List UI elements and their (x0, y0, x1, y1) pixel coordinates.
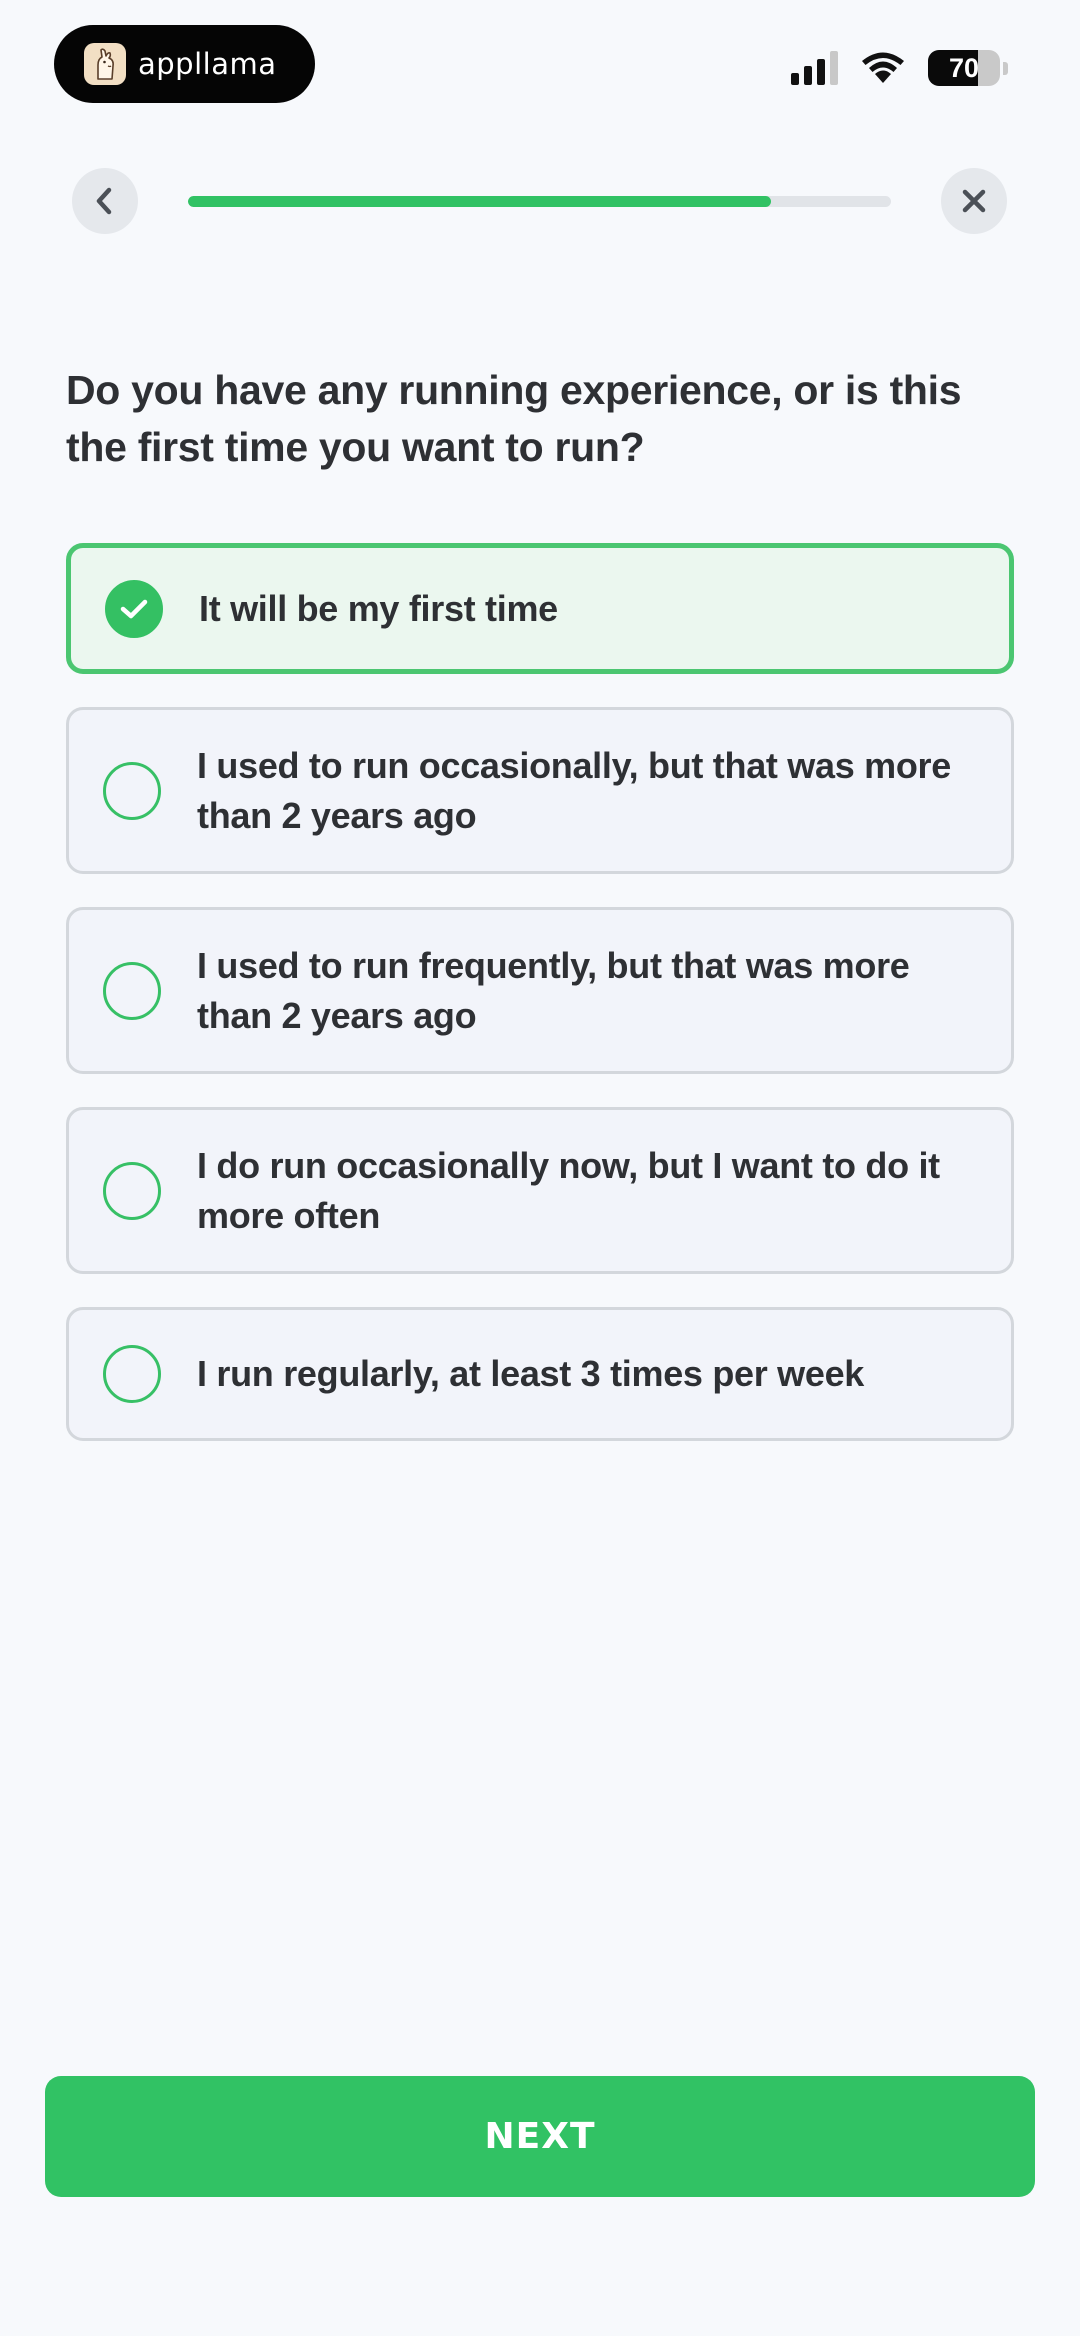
option-label: I run regularly, at least 3 times per we… (197, 1353, 865, 1394)
option-label: I used to run occasionally, but that was… (197, 744, 951, 836)
progress-bar-fill (188, 196, 772, 207)
option-run-regularly[interactable]: I run regularly, at least 3 times per we… (66, 1307, 1014, 1441)
close-icon (962, 189, 986, 213)
battery-cap (1003, 61, 1008, 75)
checkmark-icon (120, 599, 148, 618)
battery-icon: 70 (928, 50, 1000, 86)
llama-logo-icon (84, 43, 126, 85)
cellular-signal-icon (791, 51, 838, 85)
option-run-occasionally-now[interactable]: I do run occasionally now, but I want to… (66, 1107, 1014, 1274)
radio-checked-icon (105, 579, 163, 638)
option-label: I do run occasionally now, but I want to… (197, 1144, 940, 1236)
answer-options: It will be my first time I used to run o… (66, 543, 1014, 1441)
radio-unchecked-icon (103, 761, 161, 820)
question-title: Do you have any running experience, or i… (66, 367, 962, 470)
brand-name: appllama (138, 47, 277, 81)
radio-unchecked-icon (103, 1345, 161, 1403)
option-first-time[interactable]: It will be my first time (66, 543, 1014, 674)
option-label: I used to run frequently, but that was m… (197, 944, 910, 1036)
back-button[interactable] (72, 168, 138, 234)
progress-bar (188, 196, 891, 207)
status-icons: 70 (791, 50, 1008, 86)
next-button[interactable]: NEXT (45, 2076, 1035, 2197)
option-label: It will be my first time (199, 587, 558, 629)
chevron-left-icon (96, 187, 112, 215)
option-ran-occasionally-before[interactable]: I used to run occasionally, but that was… (66, 707, 1014, 874)
close-button[interactable] (941, 168, 1007, 234)
app-brand-pill: appllama (54, 25, 315, 103)
wifi-icon (862, 52, 904, 83)
radio-unchecked-icon (103, 1161, 161, 1220)
option-ran-frequently-before[interactable]: I used to run frequently, but that was m… (66, 907, 1014, 1074)
radio-unchecked-icon (103, 961, 161, 1020)
battery-level: 70 (948, 52, 980, 83)
